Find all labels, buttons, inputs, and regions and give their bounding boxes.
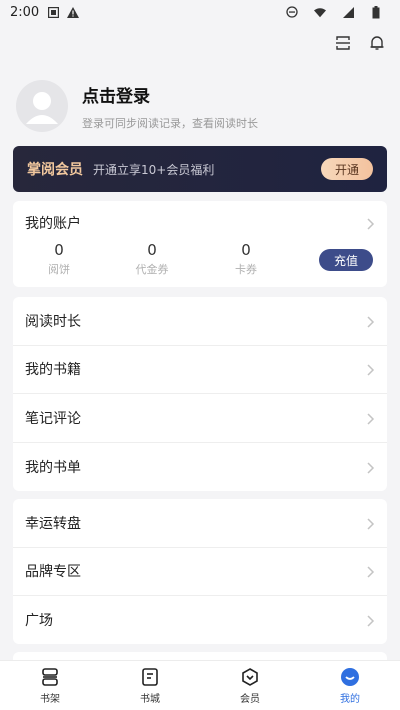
- profile-section[interactable]: 点击登录 登录可同步阅读记录，查看阅读时长: [16, 78, 386, 134]
- bookstore-icon: [139, 666, 161, 688]
- top-actions: [334, 34, 386, 52]
- warning-icon: [67, 6, 80, 18]
- menu-item-label: 我的书单: [25, 459, 81, 476]
- chevron-right-icon: [365, 314, 375, 328]
- vip-banner[interactable]: 掌阅会员 开通立享10+会员福利 开通: [13, 146, 387, 192]
- menu-item-notes-comments[interactable]: 笔记评论: [13, 394, 387, 443]
- battery-icon: [370, 5, 382, 18]
- menu-item-my-books[interactable]: 我的书籍: [13, 346, 387, 394]
- status-bar: 2:00: [0, 0, 400, 24]
- chevron-right-icon: [365, 516, 375, 530]
- stat-value: 0: [147, 241, 157, 259]
- chevron-right-icon: [365, 460, 375, 474]
- stat-value: 0: [54, 241, 64, 259]
- menu-group-reading: 阅读时长 我的书籍 笔记评论 我的书单: [13, 297, 387, 491]
- tab-bookshelf[interactable]: 书架: [0, 661, 100, 710]
- menu-item-my-booklists[interactable]: 我的书单: [13, 443, 387, 492]
- vip-open-button[interactable]: 开通: [321, 158, 373, 180]
- notification-icon: [47, 6, 59, 18]
- chevron-right-icon: [365, 411, 375, 425]
- avatar[interactable]: [16, 80, 68, 132]
- chevron-right-icon: [365, 362, 375, 376]
- chevron-right-icon: [365, 564, 375, 578]
- do-not-disturb-icon: [286, 6, 298, 18]
- tab-member[interactable]: 会员: [200, 661, 300, 710]
- menu-group-activities: 幸运转盘 品牌专区 广场: [13, 499, 387, 644]
- tab-label: 我的: [340, 694, 360, 705]
- account-card: 我的账户 0 阅饼 0 代金券 0 卡券 充值: [13, 201, 387, 287]
- status-time: 2:00: [10, 4, 40, 20]
- menu-item-plaza[interactable]: 广场: [13, 596, 387, 645]
- stat-coupon[interactable]: 0 卡券: [216, 241, 276, 277]
- profile-icon: [339, 666, 361, 688]
- signal-icon: [342, 6, 354, 18]
- stat-voucher[interactable]: 0 代金券: [122, 241, 182, 277]
- charge-button[interactable]: 充值: [319, 249, 373, 271]
- member-icon: [239, 666, 261, 688]
- wifi-icon: [314, 6, 326, 18]
- account-header[interactable]: 我的账户: [13, 201, 387, 245]
- bottom-tab-bar: 书架 书城 会员 我的: [0, 660, 400, 710]
- tab-bookstore[interactable]: 书城: [100, 661, 200, 710]
- menu-item-brand-zone[interactable]: 品牌专区: [13, 548, 387, 596]
- stat-label: 卡券: [235, 263, 257, 276]
- scan-icon[interactable]: [334, 34, 352, 52]
- menu-item-label: 品牌专区: [25, 564, 81, 581]
- menu-item-label: 我的书籍: [25, 362, 81, 379]
- menu-item-lucky-wheel[interactable]: 幸运转盘: [13, 499, 387, 548]
- chevron-right-icon: [365, 613, 375, 627]
- tab-label: 会员: [240, 694, 260, 705]
- stat-value: 0: [241, 241, 251, 259]
- menu-item-label: 阅读时长: [25, 313, 81, 330]
- stat-label: 代金券: [135, 263, 169, 276]
- bookshelf-icon: [39, 666, 61, 688]
- stat-yuebing[interactable]: 0 阅饼: [29, 241, 89, 277]
- login-subtitle: 登录可同步阅读记录，查看阅读时长: [82, 116, 258, 130]
- vip-title: 掌阅会员: [27, 162, 83, 178]
- account-title: 我的账户: [25, 216, 81, 232]
- stat-label: 阅饼: [48, 263, 70, 276]
- menu-item-label: 幸运转盘: [25, 515, 81, 532]
- bell-icon[interactable]: [368, 34, 386, 52]
- vip-description: 开通立享10+会员福利: [93, 162, 215, 177]
- tab-profile[interactable]: 我的: [300, 661, 400, 710]
- chevron-right-icon: [365, 216, 375, 230]
- tab-label: 书城: [140, 694, 160, 705]
- menu-item-reading-time[interactable]: 阅读时长: [13, 297, 387, 346]
- login-link[interactable]: 点击登录: [82, 82, 258, 107]
- menu-item-label: 笔记评论: [25, 410, 81, 427]
- tab-label: 书架: [40, 694, 60, 705]
- menu-item-label: 广场: [25, 613, 53, 630]
